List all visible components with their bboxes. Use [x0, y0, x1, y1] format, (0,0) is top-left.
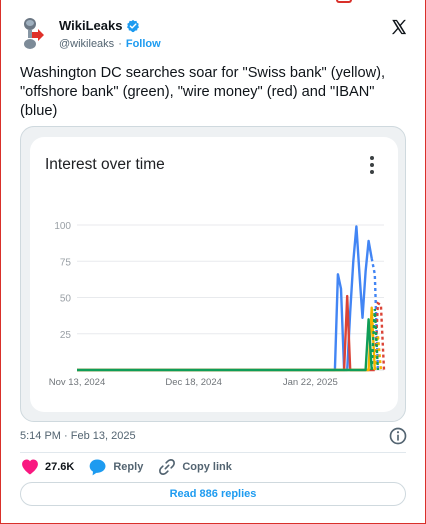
- info-icon[interactable]: [388, 426, 408, 446]
- copy-link-label: Copy link: [182, 461, 232, 473]
- y-tick-label: 100: [54, 221, 71, 232]
- y-tick-label: 75: [60, 257, 72, 268]
- y-tick-label: 50: [60, 294, 72, 305]
- timestamp[interactable]: 5:14 PM · Feb 13, 2025: [20, 430, 136, 442]
- series-line: [77, 294, 375, 372]
- series-line: [77, 225, 373, 372]
- avatar[interactable]: [20, 16, 56, 52]
- reply-bubble-icon: [90, 459, 106, 476]
- handle-row: @wikileaks · Follow: [59, 38, 161, 50]
- heart-icon: [22, 459, 38, 475]
- divider: [20, 452, 406, 453]
- top-edge-mark: [336, 0, 352, 3]
- follow-button[interactable]: Follow: [126, 38, 161, 50]
- interest-over-time-chart: 100 75 50 25 Nov 13, 2024 Dec 18, 2024 Jan 22,…: [49, 221, 386, 388]
- separator-dot: ·: [118, 38, 122, 50]
- name-row: WikiLeaks: [59, 18, 140, 33]
- reply-button[interactable]: Reply: [88, 457, 143, 477]
- like-button[interactable]: 27.6K: [20, 457, 74, 477]
- display-name[interactable]: WikiLeaks: [59, 18, 122, 33]
- read-replies-button[interactable]: Read 886 replies: [20, 482, 406, 506]
- handle[interactable]: @wikileaks: [59, 38, 114, 50]
- y-tick-label: 25: [60, 330, 72, 341]
- reply-label: Reply: [113, 461, 144, 473]
- tweet-text: Washington DC searches soar for "Swiss b…: [20, 65, 386, 119]
- more-vert-icon[interactable]: [369, 155, 375, 175]
- x-logo-icon[interactable]: [390, 18, 408, 36]
- x-tick-label: Nov 13, 2024: [49, 377, 106, 388]
- card-title: Interest over time: [45, 156, 165, 173]
- tweet-header: WikiLeaks @wikileaks · Follow: [20, 14, 410, 54]
- series-line: [77, 306, 376, 372]
- series-line: [77, 318, 373, 372]
- verified-badge-icon: [127, 19, 140, 32]
- x-tick-label: Jan 22, 2025: [283, 377, 338, 388]
- link-icon: [159, 459, 176, 475]
- trends-card: 100 75 50 25 Nov 13, 2024 Dec 18, 2024 Jan 22,…: [30, 137, 398, 412]
- like-count: 27.6K: [45, 461, 75, 473]
- copy-link-button[interactable]: Copy link: [157, 457, 232, 477]
- engagement-bar: 27.6K Reply Copy link: [20, 456, 232, 478]
- wikileaks-logo-icon: [24, 18, 44, 49]
- media-attachment[interactable]: 100 75 50 25 Nov 13, 2024 Dec 18, 2024 Jan 22,…: [20, 126, 406, 422]
- x-tick-label: Dec 18, 2024: [165, 377, 222, 388]
